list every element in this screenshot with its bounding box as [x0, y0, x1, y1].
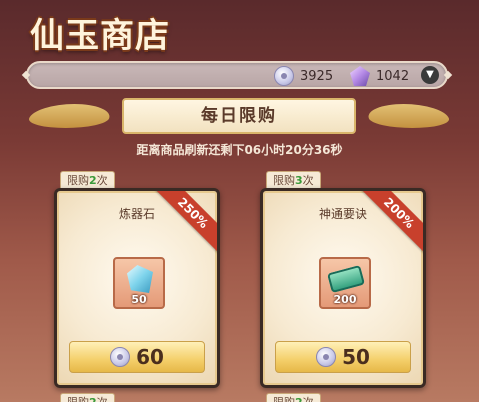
shop-item-card[interactable]: 神通要诀 200% 200 50 [260, 188, 426, 388]
limit-count: 3 [295, 174, 303, 187]
limit-count: 2 [89, 174, 97, 187]
item-price: 50 [342, 345, 370, 369]
item-quantity: 200 [333, 293, 357, 306]
limit-count: 2 [295, 396, 303, 402]
silver-currency: 3925 [274, 66, 333, 86]
limit-prefix: 限购 [273, 174, 295, 187]
daily-limit-banner: 每日限购 [25, 96, 453, 138]
limit-suffix: 次 [303, 396, 314, 402]
banner-cloud-left [25, 104, 115, 128]
shop-item-card[interactable]: 炼器石 250% 50 60 [54, 188, 220, 388]
buy-button[interactable]: 50 [275, 341, 411, 373]
bar-ornament-right [443, 70, 453, 80]
chevron-down-icon[interactable]: ▼ [421, 66, 439, 84]
limit-suffix: 次 [96, 174, 108, 187]
refresh-countdown: 距离商品刷新还剩下06小时20分36秒 [136, 143, 343, 157]
silver-coin-icon [110, 347, 131, 367]
jade-amount: 1042 [376, 68, 410, 84]
item-quantity: 50 [131, 293, 147, 306]
bar-ornament-left [21, 70, 31, 80]
jade-crystal-icon [350, 66, 370, 86]
item-slot[interactable]: 50 [113, 257, 165, 309]
limit-prefix: 限购 [273, 396, 295, 402]
limit-tag: 限购3次 [266, 171, 321, 189]
limit-suffix: 次 [302, 174, 314, 187]
limit-tag: 限购2次 [60, 393, 115, 402]
limit-tag: 限购2次 [266, 393, 321, 402]
silver-coin-icon [316, 347, 337, 367]
buy-button[interactable]: 60 [69, 341, 205, 373]
refining-stone-icon [127, 265, 153, 293]
limit-count: 2 [89, 396, 97, 402]
banner-title: 每日限购 [122, 98, 356, 134]
item-price: 60 [136, 345, 164, 369]
limit-prefix: 限购 [67, 174, 89, 187]
limit-suffix: 次 [97, 396, 108, 402]
limit-prefix: 限购 [67, 396, 89, 402]
banner-cloud-right [363, 104, 453, 128]
shop-title: 仙玉商店 [30, 16, 170, 56]
jade-currency: 1042 [350, 66, 409, 86]
item-slot[interactable]: 200 [319, 257, 371, 309]
currency-bar: 3925 1042 ▼ [21, 61, 453, 89]
limit-tag: 限购2次 [60, 171, 115, 189]
silver-coin-icon [274, 66, 294, 86]
silver-amount: 3925 [300, 68, 334, 84]
skill-scroll-icon [326, 264, 366, 294]
